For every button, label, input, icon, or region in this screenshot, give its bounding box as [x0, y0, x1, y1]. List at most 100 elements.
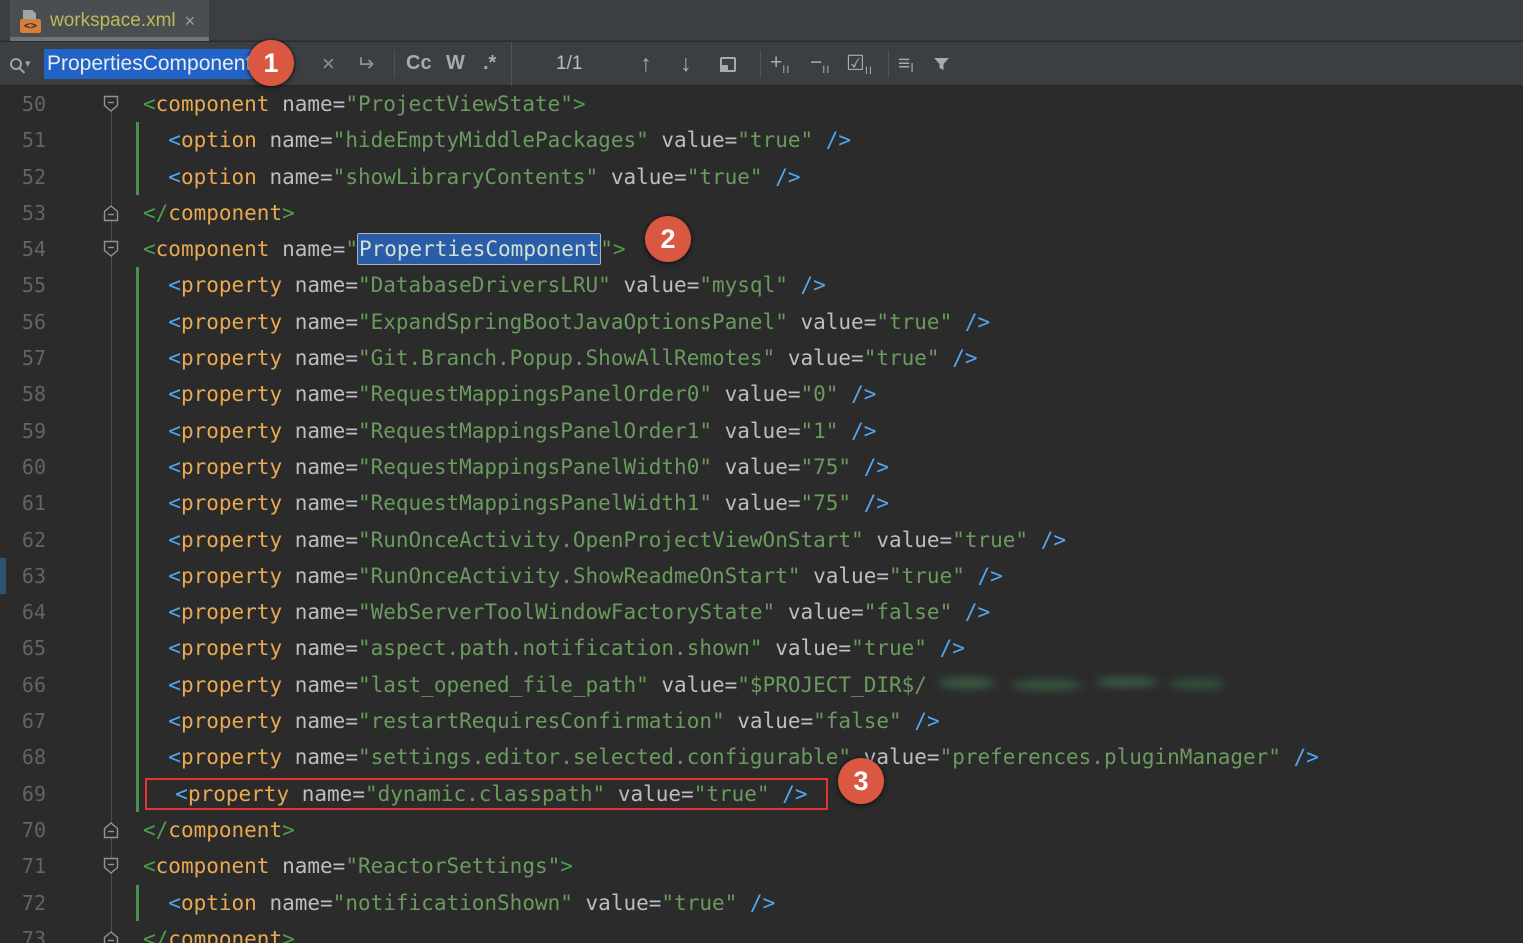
search-input[interactable]: PropertiesComponent	[44, 49, 254, 79]
code-line[interactable]: 67 <property name="restartRequiresConfir…	[0, 703, 1523, 739]
search-in-selection-button[interactable]: ≡I	[898, 52, 915, 76]
code-text: <property name="RunOnceActivity.OpenProj…	[143, 522, 1523, 558]
active-tab-underline	[10, 37, 209, 41]
vcs-change-bar	[136, 159, 139, 195]
code-line[interactable]: 54<component name="PropertiesComponent">	[0, 231, 1523, 267]
fold-column	[46, 667, 143, 703]
annotation-badge-2: 2	[645, 216, 691, 262]
code-line[interactable]: 68 <property name="settings.editor.selec…	[0, 739, 1523, 775]
fold-column	[46, 522, 143, 558]
fold-marker-icon[interactable]	[46, 195, 143, 231]
tab-workspace-xml[interactable]: <> workspace.xml ×	[10, 0, 209, 41]
line-number: 60	[0, 449, 46, 485]
code-line[interactable]: 60 <property name="RequestMappingsPanelW…	[0, 449, 1523, 485]
line-number: 65	[0, 630, 46, 666]
toolbar-divider	[511, 42, 512, 86]
previous-occurrence-button[interactable]: ↑	[640, 50, 652, 77]
code-line[interactable]: 71<component name="ReactorSettings">	[0, 848, 1523, 884]
code-line[interactable]: 61 <property name="RequestMappingsPanelW…	[0, 485, 1523, 521]
line-number: 72	[0, 885, 46, 921]
fold-marker-icon[interactable]	[46, 812, 143, 848]
tab-close-icon[interactable]: ×	[185, 12, 196, 30]
whole-words-toggle[interactable]: W	[446, 52, 465, 75]
code-line[interactable]: 51 <option name="hideEmptyMiddlePackages…	[0, 122, 1523, 158]
fold-column	[46, 630, 143, 666]
line-number: 52	[0, 159, 46, 195]
open-in-find-window-icon[interactable]	[720, 57, 736, 72]
fold-column	[46, 159, 143, 195]
line-number: 51	[0, 122, 46, 158]
regex-toggle[interactable]: .*	[483, 52, 496, 75]
insert-newline-icon[interactable]: ↵	[356, 51, 374, 77]
code-line[interactable]: 64 <property name="WebServerToolWindowFa…	[0, 594, 1523, 630]
vcs-change-bar	[136, 485, 139, 521]
annotation-highlight-box: <property name="dynamic.classpath" value…	[145, 778, 828, 810]
code-line[interactable]: 70</component>	[0, 812, 1523, 848]
vcs-change-bar	[136, 522, 139, 558]
select-all-occurrences-button[interactable]: ☑II	[846, 51, 873, 77]
line-number: 58	[0, 376, 46, 412]
line-number: 64	[0, 594, 46, 630]
fold-column	[46, 267, 143, 303]
chevron-down-icon: ▾	[25, 57, 31, 70]
code-line[interactable]: 63 <property name="RunOnceActivity.ShowR…	[0, 558, 1523, 594]
remove-occurrence-button[interactable]: −II	[810, 51, 830, 76]
code-text: <component name="ProjectViewState">	[143, 86, 1523, 122]
fold-marker-icon[interactable]	[46, 86, 143, 122]
code-line[interactable]: 73</component>	[0, 921, 1523, 943]
code-line[interactable]: 55 <property name="DatabaseDriversLRU" v…	[0, 267, 1523, 303]
code-line[interactable]: 56 <property name="ExpandSpringBootJavaO…	[0, 304, 1523, 340]
xml-file-icon: <>	[20, 9, 41, 33]
vcs-change-bar	[136, 630, 139, 666]
fold-column	[46, 413, 143, 449]
fold-column	[46, 122, 143, 158]
code-line[interactable]: 62 <property name="RunOnceActivity.OpenP…	[0, 522, 1523, 558]
vcs-change-bar	[136, 122, 139, 158]
code-line[interactable]: 50<component name="ProjectViewState">	[0, 86, 1523, 122]
find-toolbar: ▾ PropertiesComponent × ↵ Cc W .* 1/1 ↑ …	[0, 42, 1523, 86]
xml-icon-glyph: <>	[20, 19, 41, 33]
code-text: </component>	[143, 812, 1523, 848]
ide-window: <> workspace.xml × ▾ PropertiesComponent…	[0, 0, 1523, 943]
code-text: <property name="RequestMappingsPanelOrde…	[143, 413, 1523, 449]
code-line[interactable]: 59 <property name="RequestMappingsPanelO…	[0, 413, 1523, 449]
toolbar-divider	[760, 50, 761, 78]
line-number: 68	[0, 739, 46, 775]
fold-marker-icon[interactable]	[46, 848, 143, 884]
code-text: <property name="restartRequiresConfirmat…	[143, 703, 1523, 739]
vcs-change-bar	[136, 558, 139, 594]
fold-column	[46, 304, 143, 340]
line-number: 54	[0, 231, 46, 267]
match-case-toggle[interactable]: Cc	[406, 52, 432, 75]
code-text: <property name="dynamic.classpath" value…	[143, 776, 1523, 812]
code-line[interactable]: 65 <property name="aspect.path.notificat…	[0, 630, 1523, 666]
vcs-change-bar	[136, 340, 139, 376]
fold-column	[46, 558, 143, 594]
fold-marker-icon[interactable]	[46, 231, 143, 267]
clear-search-icon[interactable]: ×	[322, 51, 335, 77]
vcs-change-bar	[136, 667, 139, 703]
line-number: 67	[0, 703, 46, 739]
fold-column	[46, 449, 143, 485]
line-number: 63	[0, 558, 46, 594]
add-occurrence-button[interactable]: +II	[770, 51, 790, 76]
code-line[interactable]: 53</component>	[0, 195, 1523, 231]
code-text: <property name="ExpandSpringBootJavaOpti…	[143, 304, 1523, 340]
code-line[interactable]: 57 <property name="Git.Branch.Popup.Show…	[0, 340, 1523, 376]
code-lines: 50<component name="ProjectViewState">51 …	[0, 86, 1523, 943]
filter-icon[interactable]	[933, 56, 950, 77]
editor[interactable]: 50<component name="ProjectViewState">51 …	[0, 86, 1523, 943]
next-occurrence-button[interactable]: ↓	[680, 50, 692, 77]
code-line[interactable]: 69 <property name="dynamic.classpath" va…	[0, 776, 1523, 812]
code-line[interactable]: 72 <option name="notificationShown" valu…	[0, 885, 1523, 921]
annotation-badge-3: 3	[838, 758, 884, 804]
fold-marker-icon[interactable]	[46, 921, 143, 943]
code-line[interactable]: 52 <option name="showLibraryContents" va…	[0, 159, 1523, 195]
code-line[interactable]: 58 <property name="RequestMappingsPanelO…	[0, 376, 1523, 412]
code-text: <property name="last_opened_file_path" v…	[143, 667, 1523, 703]
code-text: <property name="settings.editor.selected…	[143, 739, 1523, 775]
code-text: <property name="aspect.path.notification…	[143, 630, 1523, 666]
code-text: <option name="showLibraryContents" value…	[143, 159, 1523, 195]
search-history-dropdown[interactable]: ▾	[10, 57, 44, 70]
code-line[interactable]: 66 <property name="last_opened_file_path…	[0, 667, 1523, 703]
